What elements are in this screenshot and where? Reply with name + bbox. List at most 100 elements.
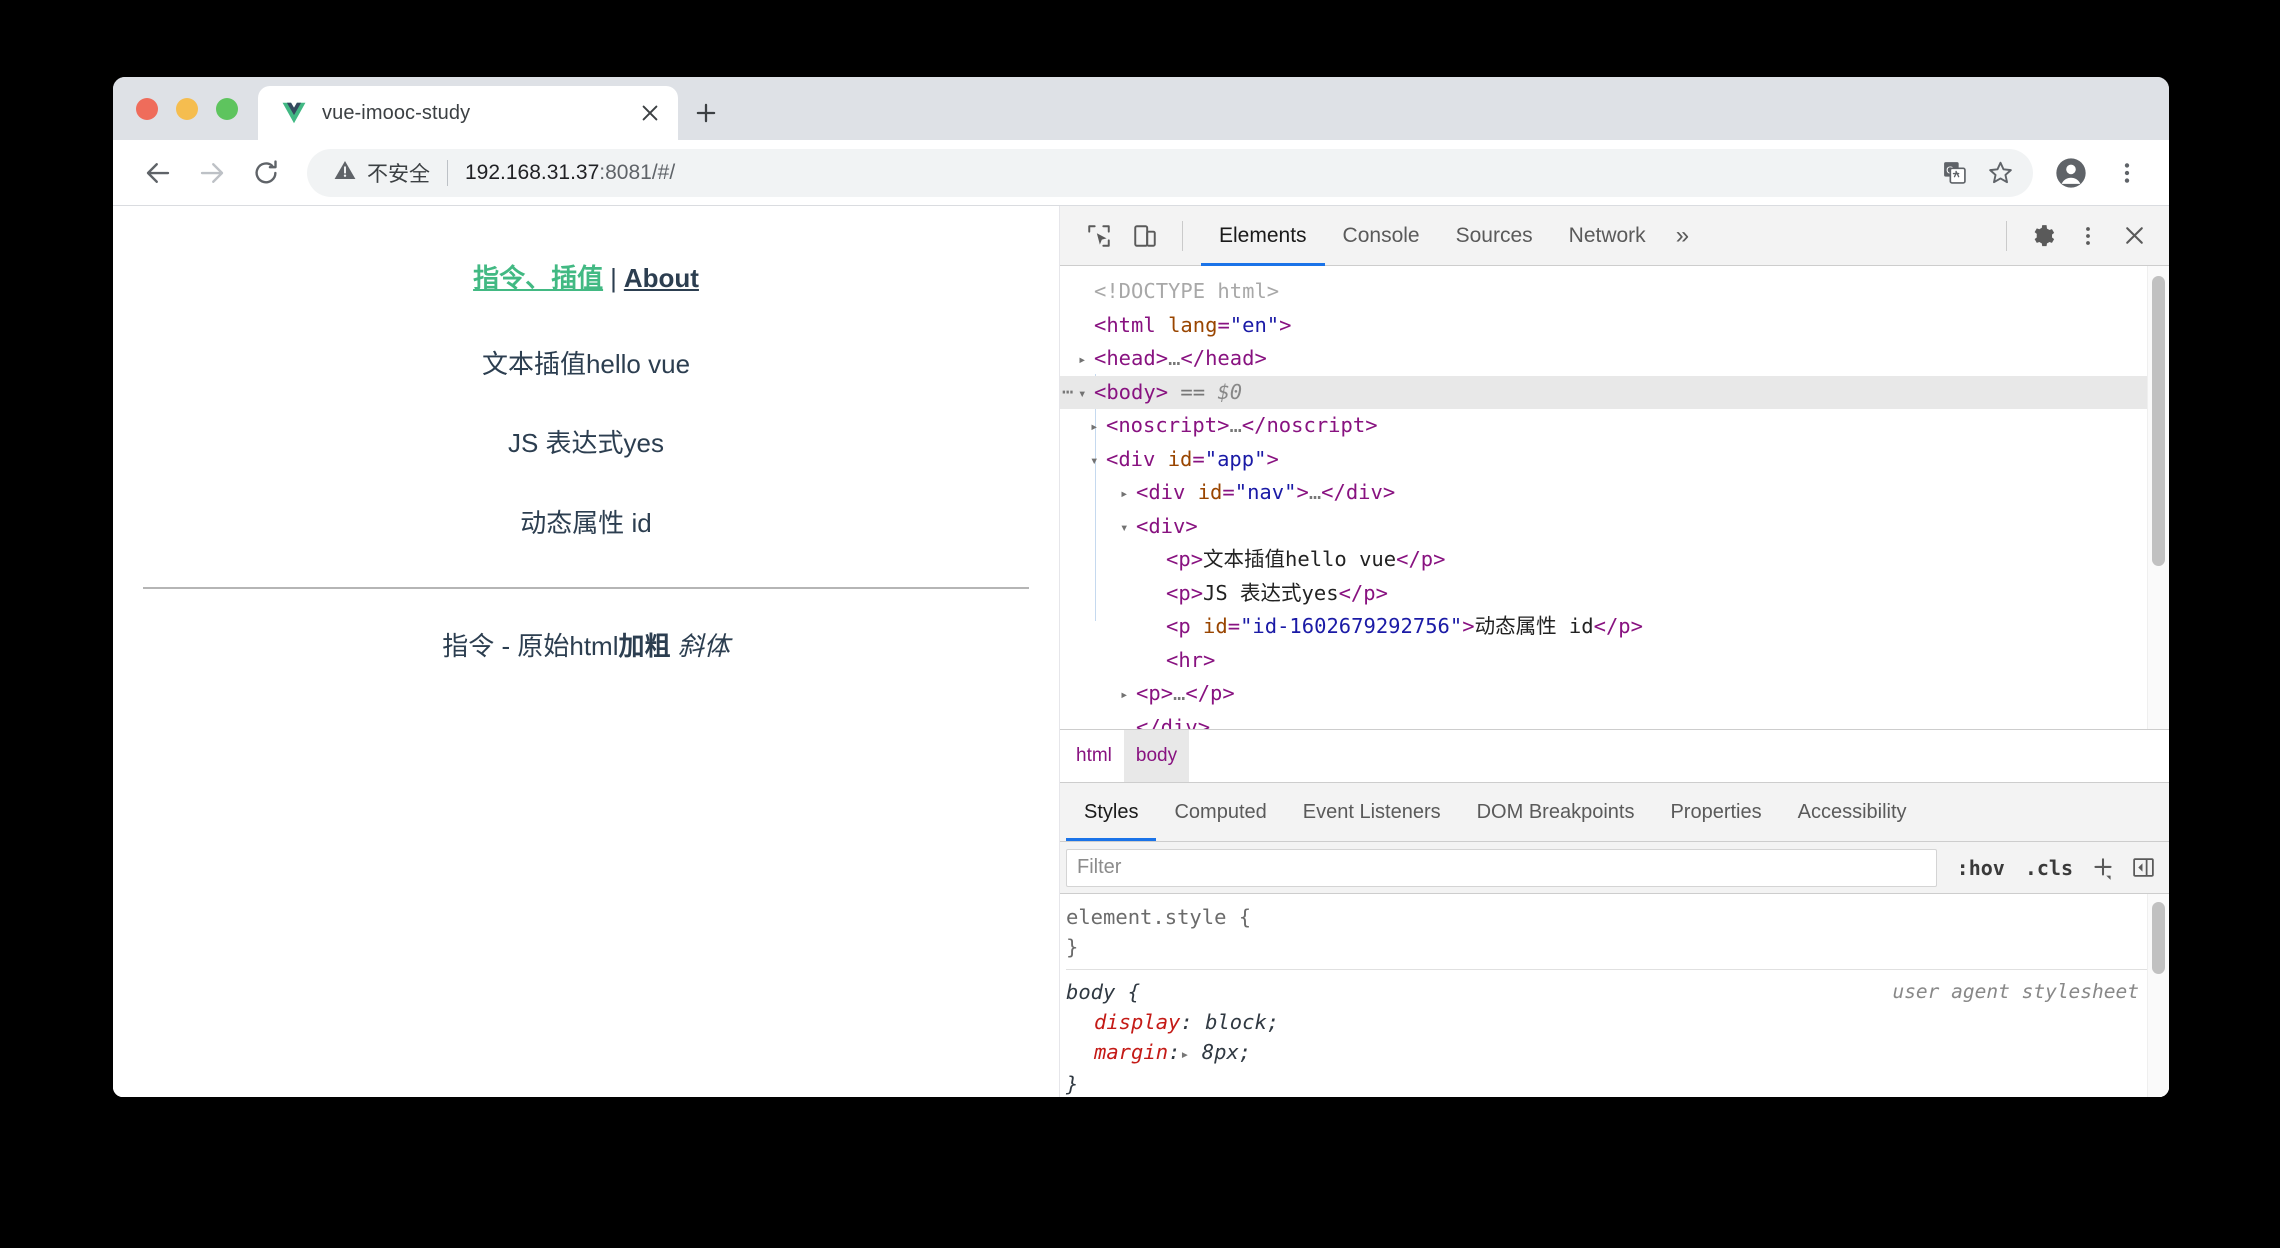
- css-property[interactable]: margin: [1094, 1040, 1168, 1064]
- tab-network[interactable]: Network: [1551, 206, 1664, 266]
- dom-tree-node[interactable]: <!DOCTYPE html>: [1060, 275, 2169, 309]
- css-declaration[interactable]: margin:▸ 8px;: [1066, 1037, 2139, 1069]
- css-property[interactable]: display: [1094, 1010, 1180, 1034]
- more-tabs-icon[interactable]: »: [1664, 206, 1701, 266]
- dom-tree-scrollbar[interactable]: [2147, 266, 2169, 729]
- style-rule[interactable]: element.style {}: [1066, 902, 2169, 962]
- tab-computed[interactable]: Computed: [1156, 783, 1284, 841]
- back-arrow-icon[interactable]: [131, 146, 185, 200]
- address-bar[interactable]: 不安全 192.168.31.37:8081/#/ G: [307, 149, 2033, 197]
- tab-sources[interactable]: Sources: [1438, 206, 1551, 266]
- css-declaration[interactable]: display: block;: [1066, 1007, 2139, 1037]
- demo-section: 文本插值hello vue JS 表达式yes 动态属性 id 指令 - 原始h…: [113, 325, 1059, 686]
- tab-console[interactable]: Console: [1325, 206, 1438, 266]
- device-toolbar-icon[interactable]: [1122, 213, 1168, 259]
- omnibox-divider: [447, 160, 448, 186]
- devtools-panel: Elements Console Sources Network »: [1060, 206, 2169, 1097]
- forward-arrow-icon[interactable]: [185, 146, 239, 200]
- content-region: 指令、插值|About 文本插值hello vue JS 表达式yes 动态属性…: [113, 206, 2169, 1097]
- tab-elements[interactable]: Elements: [1201, 206, 1325, 266]
- dom-tree-container[interactable]: <!DOCTYPE html><html lang="en"><head>…</…: [1060, 266, 2169, 730]
- styles-scrollbar[interactable]: [2147, 894, 2169, 1097]
- inspect-element-icon[interactable]: [1076, 213, 1122, 259]
- nav-separator: |: [603, 263, 624, 293]
- dom-tree-scrollbar-thumb[interactable]: [2152, 276, 2165, 566]
- close-window-button[interactable]: [136, 98, 158, 120]
- dom-tree-node[interactable]: <noscript>…</noscript>: [1060, 409, 2169, 443]
- close-tab-button[interactable]: [630, 93, 670, 133]
- vue-logo-icon: [280, 99, 308, 127]
- devtools-menu-icon[interactable]: [2065, 213, 2111, 259]
- dom-tree-node[interactable]: <html lang="en">: [1060, 309, 2169, 343]
- security-indicator[interactable]: 不安全: [333, 158, 430, 188]
- tab-event-listeners[interactable]: Event Listeners: [1285, 783, 1459, 841]
- url-path: :8081/#/: [599, 161, 675, 184]
- rule-origin: user agent stylesheet: [1892, 977, 2139, 1007]
- tab-title: vue-imooc-study: [322, 102, 630, 125]
- dom-tree[interactable]: <!DOCTYPE html><html lang="en"><head>…</…: [1060, 266, 2169, 730]
- dom-tree-node[interactable]: <head>…</head>: [1060, 342, 2169, 376]
- node-badge-icon[interactable]: ⋯: [1062, 376, 1073, 410]
- dom-tree-node[interactable]: <div id="nav">…</div>: [1060, 476, 2169, 510]
- dom-tree-node[interactable]: <div id="app">: [1060, 443, 2169, 477]
- toggle-class-button[interactable]: .cls: [2015, 856, 2083, 880]
- url-text: 192.168.31.37:8081/#/: [465, 161, 1931, 185]
- expand-arrow-icon[interactable]: [1078, 344, 1094, 378]
- tab-styles[interactable]: Styles: [1066, 783, 1156, 841]
- nav-link-directives[interactable]: 指令、插值: [473, 263, 603, 293]
- css-value[interactable]: block;: [1205, 1010, 1279, 1034]
- styles-filter-input[interactable]: Filter: [1066, 849, 1937, 887]
- app-root: 指令、插值|About 文本插值hello vue JS 表达式yes 动态属性…: [113, 206, 1059, 686]
- styles-scrollbar-thumb[interactable]: [2152, 902, 2165, 974]
- expand-shorthand-icon[interactable]: ▸: [1180, 1045, 1189, 1063]
- dom-tree-node[interactable]: <div>: [1060, 510, 2169, 544]
- expand-arrow-icon[interactable]: [1120, 478, 1136, 512]
- browser-menu-icon[interactable]: [2101, 147, 2153, 199]
- rule-selector[interactable]: element.style {: [1066, 902, 2139, 932]
- browser-tab[interactable]: vue-imooc-study: [258, 86, 678, 140]
- dom-tree-node[interactable]: <hr>: [1060, 644, 2169, 678]
- dom-tree-node[interactable]: <p>…</p>: [1060, 677, 2169, 711]
- star-icon[interactable]: [1977, 150, 2023, 196]
- url-host: 192.168.31.37: [465, 161, 599, 184]
- avatar-icon[interactable]: [2045, 147, 2097, 199]
- reload-icon[interactable]: [239, 146, 293, 200]
- dom-tree-node[interactable]: </div>: [1060, 711, 2169, 731]
- close-devtools-icon[interactable]: [2111, 213, 2157, 259]
- style-rules-list[interactable]: element.style {}body {user agent stylesh…: [1060, 894, 2169, 1097]
- browser-window: vue-imooc-study: [113, 77, 2169, 1097]
- minimize-window-button[interactable]: [176, 98, 198, 120]
- toggle-hover-state-button[interactable]: :hov: [1947, 856, 2015, 880]
- breadcrumb-item-html[interactable]: html: [1064, 730, 1124, 782]
- expand-arrow-icon[interactable]: [1120, 679, 1136, 713]
- dom-tree-node[interactable]: ⋯<body> == $0: [1060, 376, 2169, 410]
- zoom-window-button[interactable]: [216, 98, 238, 120]
- expand-arrow-icon[interactable]: [1090, 445, 1106, 479]
- paragraph-text-interpolation: 文本插值hello vue: [113, 325, 1059, 404]
- dom-tree-node[interactable]: <p>文本插值hello vue</p>: [1060, 543, 2169, 577]
- gear-icon[interactable]: [2019, 213, 2065, 259]
- new-tab-button[interactable]: [678, 86, 734, 140]
- styles-pane[interactable]: element.style {}body {user agent stylesh…: [1060, 894, 2169, 1097]
- new-style-rule-button[interactable]: [2083, 848, 2123, 888]
- security-label: 不安全: [367, 158, 430, 188]
- style-rule[interactable]: body {user agent stylesheetdisplay: bloc…: [1066, 969, 2169, 1097]
- tab-accessibility[interactable]: Accessibility: [1780, 783, 1925, 841]
- styles-filter-actions: :hov .cls: [1937, 848, 2163, 888]
- show-computed-sidebar-icon[interactable]: [2123, 848, 2163, 888]
- css-value[interactable]: 8px;: [1202, 1040, 1251, 1064]
- expand-arrow-icon[interactable]: [1090, 411, 1106, 445]
- translate-icon[interactable]: G: [1931, 150, 1977, 196]
- omnibox-actions: G: [1931, 150, 2023, 196]
- breadcrumb-item-body[interactable]: body: [1124, 730, 1189, 782]
- expand-arrow-icon[interactable]: [1120, 512, 1136, 546]
- dom-tree-node[interactable]: <p>JS 表达式yes</p>: [1060, 577, 2169, 611]
- tab-properties[interactable]: Properties: [1652, 783, 1779, 841]
- styles-sidebar-tabs: Styles Computed Event Listeners DOM Brea…: [1060, 783, 2169, 842]
- expand-arrow-icon[interactable]: [1078, 378, 1094, 412]
- site-nav: 指令、插值|About: [113, 214, 1059, 325]
- dom-tree-node[interactable]: <p id="id-1602679292756">动态属性 id</p>: [1060, 610, 2169, 644]
- raw-html-italic: 斜体: [678, 631, 730, 661]
- nav-link-about[interactable]: About: [624, 263, 699, 293]
- tab-dom-breakpoints[interactable]: DOM Breakpoints: [1459, 783, 1653, 841]
